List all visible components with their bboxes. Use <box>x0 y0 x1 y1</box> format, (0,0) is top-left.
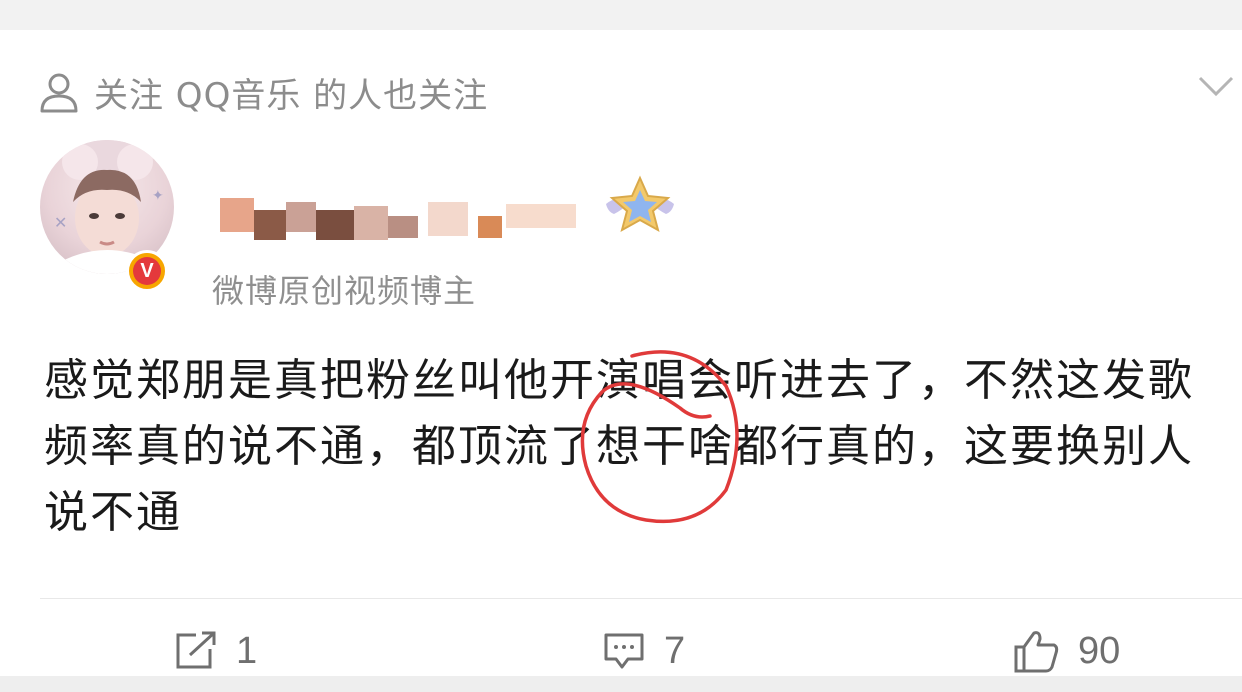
svg-text:✦: ✦ <box>152 188 164 204</box>
thumbs-up-icon <box>1014 631 1059 673</box>
verified-badge: V <box>126 250 168 292</box>
post-text[interactable]: 感觉郑朋是真把粉丝叫他开演唱会听进去了，不然这发歌频率真的说不通，都顶流了想干啥… <box>44 348 1214 546</box>
verified-badge-letter: V <box>133 257 161 285</box>
winged-star-badge-icon[interactable] <box>604 170 676 250</box>
chevron-down-icon[interactable] <box>1198 74 1234 98</box>
divider <box>40 598 1242 599</box>
recommendation-row[interactable]: 关注 QQ音乐 的人也关注 <box>38 68 488 116</box>
comment-button[interactable]: 7 <box>602 626 685 676</box>
repost-button[interactable]: 1 <box>174 626 257 676</box>
svg-text:✕: ✕ <box>54 213 67 232</box>
weibo-card: 关注 QQ音乐 的人也关注 ✕ ✦ V 微博原创视频博主 感觉郑朋是真把粉丝叫他… <box>0 30 1242 676</box>
recommendation-text: 关注 QQ音乐 的人也关注 <box>94 75 489 116</box>
username-pixelated[interactable] <box>216 180 580 252</box>
bottom-separator <box>0 676 1242 692</box>
user-title: 微博原创视频博主 <box>212 272 477 310</box>
comment-count: 7 <box>664 629 686 672</box>
comment-bubble-icon <box>604 633 644 669</box>
like-button[interactable]: 90 <box>1012 626 1120 676</box>
share-box-icon <box>176 631 216 669</box>
like-count: 90 <box>1078 629 1121 672</box>
person-outline-icon <box>40 73 78 113</box>
repost-count: 1 <box>236 629 258 672</box>
